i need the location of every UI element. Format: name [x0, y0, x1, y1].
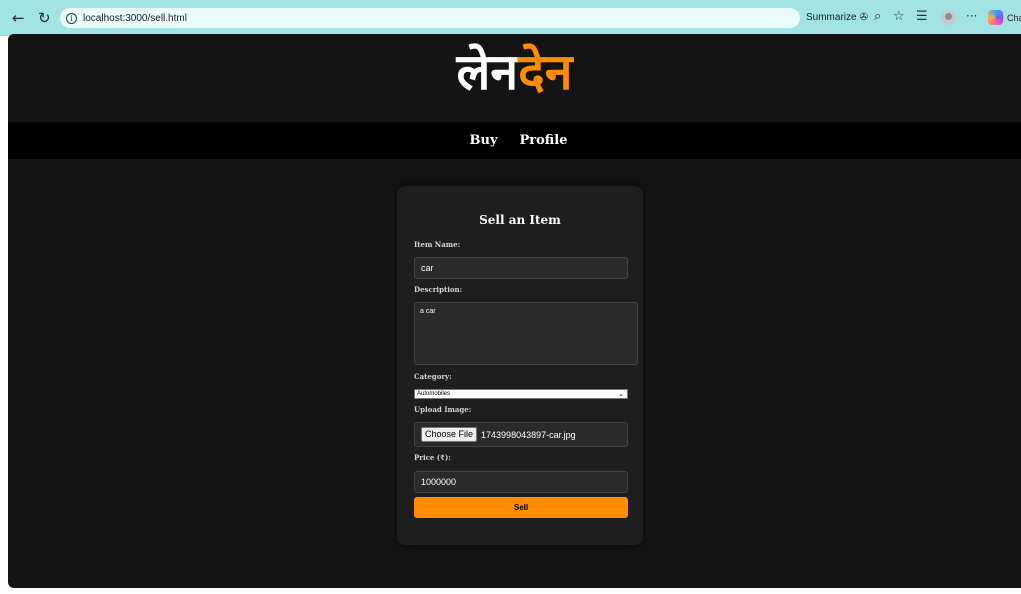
upload-image-label: Upload Image:	[414, 405, 472, 414]
image-file-input[interactable]: Choose File 1743998043897-car.jpg	[414, 422, 628, 447]
logo-part-dena: देन	[518, 43, 573, 101]
reload-icon[interactable]: ↻	[38, 10, 51, 26]
sell-form-card: Sell an Item Item Name: Description: a c…	[397, 186, 643, 545]
form-title: Sell an Item	[479, 213, 561, 227]
profile-avatar-icon[interactable]	[941, 10, 956, 25]
price-label: Price (₹):	[414, 453, 451, 462]
copilot-label[interactable]: Cha	[1007, 13, 1021, 23]
copilot-icon[interactable]	[988, 10, 1003, 25]
selected-file-name: 1743998043897-car.jpg	[481, 429, 576, 440]
summarize-icon: ✇	[859, 12, 868, 23]
category-select[interactable]: Automobiles ⌄	[414, 389, 628, 399]
url-text[interactable]: localhost:3000/sell.html	[83, 13, 187, 24]
site-logo: लेनदेन	[8, 39, 1021, 105]
more-icon[interactable]: ···	[966, 9, 977, 23]
category-label: Category:	[414, 372, 452, 381]
nav-link-profile[interactable]: Profile	[520, 133, 568, 148]
favorites-bar-icon[interactable]: ☰	[916, 10, 928, 24]
choose-file-button[interactable]: Choose File	[421, 427, 478, 442]
category-selected-value: Automobiles	[417, 391, 451, 397]
chevron-down-icon: ⌄	[618, 391, 624, 398]
summarize-label: Summarize	[806, 12, 857, 23]
item-name-input[interactable]	[414, 257, 628, 279]
price-input[interactable]	[414, 471, 628, 493]
sell-button[interactable]: Sell	[414, 497, 628, 518]
page-viewport: लेनदेन Buy Profile Sell an Item Item Nam…	[8, 34, 1021, 588]
address-bar[interactable]: i localhost:3000/sell.html	[60, 8, 800, 28]
logo-part-lena: लेन	[456, 43, 519, 101]
favorite-star-icon[interactable]: ☆	[893, 10, 905, 24]
summarize-button[interactable]: Summarize ✇	[806, 12, 868, 23]
item-name-label: Item Name:	[414, 240, 461, 249]
nav-link-buy[interactable]: Buy	[470, 133, 498, 148]
description-textarea[interactable]: a car	[414, 302, 638, 365]
info-icon[interactable]: i	[66, 12, 77, 24]
browser-toolbar: ← ↻ i localhost:3000/sell.html Summarize…	[0, 0, 1021, 36]
main-navbar: Buy Profile	[8, 122, 1021, 159]
zoom-icon[interactable]: ⌕	[874, 10, 881, 24]
brand-header: लेनदेन	[8, 34, 1021, 122]
description-label: Description:	[414, 285, 463, 294]
back-arrow-icon[interactable]: ←	[12, 10, 25, 26]
